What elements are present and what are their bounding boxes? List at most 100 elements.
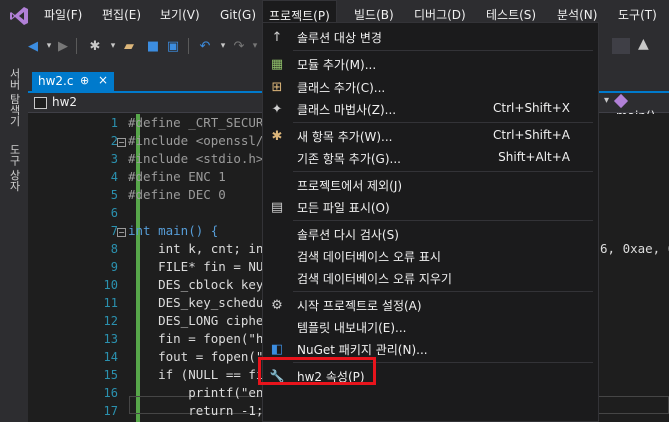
visual-studio-logo-icon[interactable] [8,5,30,27]
menu-item-export-template[interactable]: 템플릿 내보내기(E)... [263,316,598,338]
fold-toggle-icon[interactable]: − [117,228,126,237]
server-explorer-tab[interactable]: 서버 탐색기 [6,68,22,127]
menu-separator [293,50,593,51]
save-icon[interactable]: ■ [144,37,162,55]
code-line: int main() { [128,223,219,238]
tab-hw2c[interactable]: hw2.c ⊕ × [32,72,114,92]
menu-edit[interactable]: 편집(E) [96,0,147,30]
menu-item-label: 클래스 추가(C)... [297,81,386,95]
project-dropdown[interactable]: hw2 [34,95,254,111]
menu-item-retarget-solution[interactable]: ↑ 솔루션 대상 변경 [263,26,598,48]
code-line: DES_cblock key [128,277,264,292]
menu-item-label: NuGet 패키지 관리(N)... [297,343,428,357]
exclude-icon [269,177,285,193]
scroll-up-icon[interactable]: ▲ [638,36,649,52]
menu-item-class-wizard[interactable]: ✦ 클래스 마법사(Z)... Ctrl+Shift+X [263,98,598,120]
forward-icon[interactable]: ▶ [54,37,72,55]
chevron-down-icon[interactable]: ▾ [604,95,609,106]
menu-item-shortcut: Shift+Alt+A [498,150,570,164]
line-number: 9 [110,260,118,274]
code-line: #include <stdio.h> [128,151,264,166]
line-number: 12 [103,314,118,328]
menu-separator [293,220,593,221]
menu-item-label: 검색 데이터베이스 오류 지우기 [297,272,452,286]
up-arrow-icon: ↑ [271,29,283,45]
pin-icon[interactable]: ⊕ [80,74,89,87]
db-errors-icon [269,248,285,264]
new-item-icon: ✱ [271,128,283,144]
line-number: 5 [110,188,118,202]
undo-icon[interactable]: ↶ [196,37,214,55]
menu-item-exclude-from-project[interactable]: 프로젝트에서 제외(J) [263,174,598,196]
menu-separator [293,291,593,292]
menu-item-clear-db-errors[interactable]: 검색 데이터베이스 오류 지우기 [263,267,598,289]
project-name: hw2 [52,95,78,109]
close-icon[interactable]: × [98,73,108,87]
rescan-icon [269,226,285,242]
menu-item-label: 템플릿 내보내기(E)... [297,321,407,335]
menu-item-label: 새 항목 추가(W)... [297,130,393,144]
line-number: 6 [110,206,118,220]
code-line: DES_LONG cipher [128,313,271,328]
fold-toggle-icon[interactable]: − [117,138,126,147]
menu-item-add-class[interactable]: ⊞ 클래스 추가(C)... [263,76,598,98]
code-line: FILE* fin = NUL [128,259,271,274]
code-line: #include <openssl/ [128,133,264,148]
code-line: printf("ent [128,385,271,400]
line-number: 4 [110,170,118,184]
code-line: return -1; [128,403,264,418]
menu-item-label: 모든 파일 표시(O) [297,201,390,215]
code-line: #define DEC 0 [128,187,226,202]
side-tool-strip: 서버 탐색기 도구 상자 [0,62,28,422]
existing-item-icon [269,150,285,166]
menu-file[interactable]: 파일(F) [38,0,88,30]
code-line: DES_key_schedu [128,295,264,310]
menu-separator [293,171,593,172]
code-overflow-text: 6, 0xae, 0x [600,241,669,256]
line-number: 2 [110,134,118,148]
menu-item-label: 검색 데이터베이스 오류 표시 [297,250,441,264]
menu-item-add-module[interactable]: ▦ 모듈 추가(M)... [263,53,598,75]
show-all-files-icon: ▤ [270,199,284,215]
tab-title: hw2.c [38,74,74,88]
line-number: 7 [110,224,118,238]
menu-item-set-startup-project[interactable]: ⚙ 시작 프로젝트로 설정(A) [263,294,598,316]
menu-item-label: 기존 항목 추가(G)... [297,152,401,166]
menu-item-label: 모듈 추가(M)... [297,58,377,72]
line-number: 3 [110,152,118,166]
line-number: 1 [110,116,118,130]
menu-item-add-new-item[interactable]: ✱ 새 항목 추가(W)... Ctrl+Shift+A [263,125,598,147]
menu-item-label: 클래스 마법사(Z)... [297,103,397,117]
code-line: int k, cnt; int [128,241,271,256]
menu-item-show-db-errors[interactable]: 검색 데이터베이스 오류 표시 [263,245,598,267]
menu-item-shortcut: Ctrl+Shift+X [493,101,570,115]
class-wizard-icon: ✦ [271,101,283,117]
menu-item-label: 시작 프로젝트로 설정(A) [297,299,422,313]
menu-item-add-existing-item[interactable]: 기존 항목 추가(G)... Shift+Alt+A [263,147,598,169]
open-folder-icon[interactable]: ▰ [120,37,138,55]
menu-item-show-all-files[interactable]: ▤ 모든 파일 표시(O) [263,196,598,218]
new-project-icon[interactable]: ✱ [86,37,104,55]
menu-git[interactable]: Git(G) [214,0,262,30]
menu-item-rescan-solution[interactable]: 솔루션 다시 검사(S) [263,223,598,245]
toolbar-separator [76,38,77,54]
code-line: fout = fopen(" [128,349,264,364]
line-number: 15 [103,368,118,382]
toolbox-tab[interactable]: 도구 상자 [6,144,22,192]
menu-item-label: 프로젝트에서 제외(J) [297,179,403,193]
export-template-icon [269,319,285,335]
line-number: 8 [110,242,118,256]
function-icon [613,93,629,109]
line-number: 11 [103,296,118,310]
toolbar-dropdown[interactable] [612,38,630,54]
toolbar-separator [188,38,189,54]
code-line: if (NULL == fin [128,367,271,382]
line-number: 10 [103,278,118,292]
menu-view[interactable]: 보기(V) [154,0,206,30]
save-all-icon[interactable]: ▣ [164,37,182,55]
menu-item-label: 솔루션 대상 변경 [297,31,382,45]
code-line: #define _CRT_SECURE [128,115,271,130]
menu-separator [293,122,593,123]
menu-tools[interactable]: 도구(T) [612,0,663,30]
db-clear-icon [269,270,285,286]
